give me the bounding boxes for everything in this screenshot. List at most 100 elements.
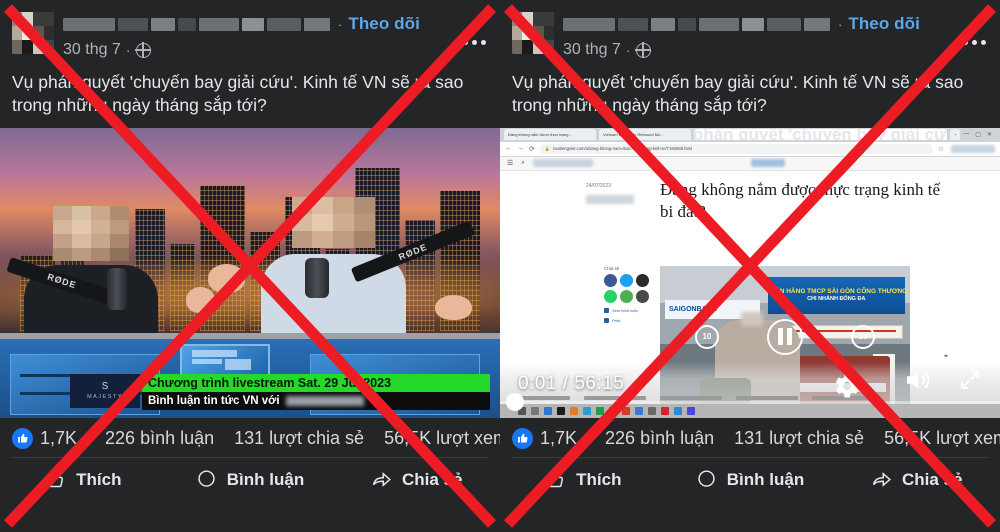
author-name-blurred[interactable] [563, 17, 830, 31]
share-button[interactable]: Chia sẻ [833, 458, 1000, 502]
mouse-cursor-icon: ⌖ [944, 352, 948, 360]
comment-button-label: Bình luận [726, 469, 805, 489]
video-thumbnail-left[interactable]: RØDE RØDE S MAJESTY Chương trình livestr… [0, 127, 500, 418]
thumb-up-icon [46, 471, 64, 488]
video-thumbnail-right[interactable]: Đảng không nắm được thực trạng... Vietna… [500, 127, 1000, 418]
url-input[interactable]: 🔒 nvatiengviet.com/a/dang-khong-nam-duoc… [539, 143, 933, 154]
blurred-face-right [291, 197, 376, 248]
site-nav-blurred [750, 159, 785, 168]
browser-tab-2[interactable]: Vụ phán quyết 'chuyến bay giải cứu...' [694, 129, 948, 141]
comment-link[interactable]: Xem bình luận [604, 307, 650, 313]
window-controls: — ▢ ✕ [963, 131, 996, 138]
whatsapp-icon[interactable] [604, 289, 617, 303]
print-link[interactable]: Print [604, 317, 650, 323]
like-button[interactable]: Thích [500, 458, 667, 502]
scrubber-handle[interactable] [506, 393, 524, 412]
meta-separator: · [125, 42, 131, 58]
separator-dot: · [838, 16, 843, 32]
share-count[interactable]: 131 lượt chia sẻ [734, 428, 864, 449]
close-icon[interactable]: ✕ [987, 131, 992, 138]
share-arrow-icon [372, 472, 391, 487]
post-message-right: Vụ phán quyết 'chuyến bay giải cứu'. Kin… [512, 72, 964, 116]
fullscreen-icon[interactable] [958, 368, 982, 398]
social-icons[interactable] [604, 273, 650, 303]
studio-monitor [180, 343, 270, 378]
maximize-icon[interactable]: ▢ [975, 131, 981, 138]
like-button[interactable]: Thích [0, 458, 167, 502]
channel-logo: S MAJESTY [70, 373, 140, 408]
like-reaction-icon [12, 427, 33, 449]
hamburger-icon[interactable]: ☰ [507, 159, 513, 167]
comment-button[interactable]: Bình luận [167, 458, 334, 502]
comment-link-label: Xem bình luận [612, 307, 638, 313]
livestream-subtitle-text: Bình luận tin tức VN với [148, 394, 280, 407]
author-name-row: · Theo dõi [63, 14, 490, 34]
reaction-count[interactable]: 1,7K [540, 428, 577, 449]
share-button[interactable]: Chia sẻ [333, 458, 500, 502]
browser-tab-1-label: Vietnam Economic Rebound Mo... [603, 132, 664, 138]
share-button-label: Chia sẻ [901, 469, 963, 489]
video-scrubber[interactable] [500, 393, 1000, 412]
share-count[interactable]: 131 lượt chia sẻ [234, 428, 364, 449]
lower-third-banner: S MAJESTY Chương trình livestream Sat. 2… [70, 373, 490, 410]
comment-bubble-icon [698, 470, 715, 487]
email-icon[interactable] [636, 273, 649, 287]
avatar[interactable] [512, 12, 554, 54]
post-header-right: · Theo dõi 30 thg 7 · [500, 0, 1000, 63]
line-icon[interactable] [620, 289, 633, 303]
view-count[interactable]: 56,5K lượt xem [384, 428, 500, 449]
view-count[interactable]: 56,5K lượt xem [884, 428, 1000, 449]
globe-icon [634, 41, 652, 59]
browser-address-bar: ← → ⟳ 🔒 nvatiengviet.com/a/dang-khong-na… [500, 141, 1000, 157]
site-logo-blurred [532, 159, 593, 168]
new-tab-button[interactable]: + [950, 129, 961, 141]
rewind-10-button[interactable]: 10 [695, 324, 719, 349]
twitter-icon[interactable] [620, 273, 633, 287]
like-button-label: Thích [576, 469, 622, 489]
avatar[interactable] [12, 12, 54, 54]
forward-10-label: 10 [858, 332, 868, 342]
browser-tab-1[interactable]: Vietnam Economic Rebound Mo... [599, 129, 691, 141]
mic-brand-right: RØDE [396, 241, 429, 263]
print-icon [604, 317, 609, 323]
facebook-post-left: · Theo dõi 30 thg 7 · Vụ phán quyết 'chu… [0, 0, 500, 532]
comment-button-label: Bình luận [226, 469, 305, 489]
forward-10-button[interactable]: 10 [851, 324, 875, 349]
arrow-left-icon[interactable]: ← [505, 145, 512, 152]
print-link-label: Print [612, 317, 621, 323]
author-name-blurred[interactable] [63, 17, 330, 31]
browser-tab-0[interactable]: Đảng không nắm được thực trạng... [504, 129, 596, 141]
arrow-right-icon[interactable]: → [517, 145, 524, 152]
facebook-icon[interactable] [604, 273, 617, 287]
share-button-label: Chia sẻ [401, 469, 463, 489]
post-menu-button[interactable] [463, 40, 486, 45]
follow-link[interactable]: Theo dõi [348, 14, 420, 34]
comment-button[interactable]: Bình luận [667, 458, 834, 502]
post-message-left: Vụ phán quyết 'chuyến bay giải cứu'. Kin… [12, 72, 464, 116]
comment-count[interactable]: 226 bình luận [605, 428, 714, 449]
post-date: 30 thg 7 [563, 41, 621, 58]
share-label: Chia sẻ [604, 265, 620, 271]
separator-dot: · [338, 16, 343, 32]
post-date: 30 thg 7 [63, 41, 121, 58]
pause-button[interactable] [767, 318, 803, 355]
livestream-banner: Chương trình livestream Sat. 29 Jul 2023 [142, 373, 490, 392]
like-reaction-icon [512, 427, 533, 449]
minimize-icon[interactable]: — [963, 131, 969, 138]
article-author-blurred [586, 194, 634, 204]
reaction-count[interactable]: 1,7K [40, 428, 77, 449]
star-icon[interactable]: ☆ [938, 145, 944, 153]
post-stats-left: 1,7K 226 bình luận 131 lượt chia sẻ 56,5… [0, 418, 500, 457]
comment-count[interactable]: 226 bình luận [105, 428, 214, 449]
reload-icon[interactable]: ⟳ [529, 145, 535, 153]
gear-icon[interactable] [830, 370, 862, 402]
search-icon[interactable]: ⌕ [521, 160, 524, 167]
post-menu-button[interactable] [963, 40, 986, 45]
video-time-display: 0:01 / 56:15 [518, 372, 625, 394]
more-share-icon[interactable] [636, 289, 649, 303]
blurred-face-left [53, 206, 129, 262]
channel-logo-text: MAJESTY [87, 393, 123, 400]
volume-icon[interactable] [902, 365, 932, 400]
post-meta-row: 30 thg 7 · [63, 41, 490, 59]
follow-link[interactable]: Theo dõi [848, 14, 920, 34]
